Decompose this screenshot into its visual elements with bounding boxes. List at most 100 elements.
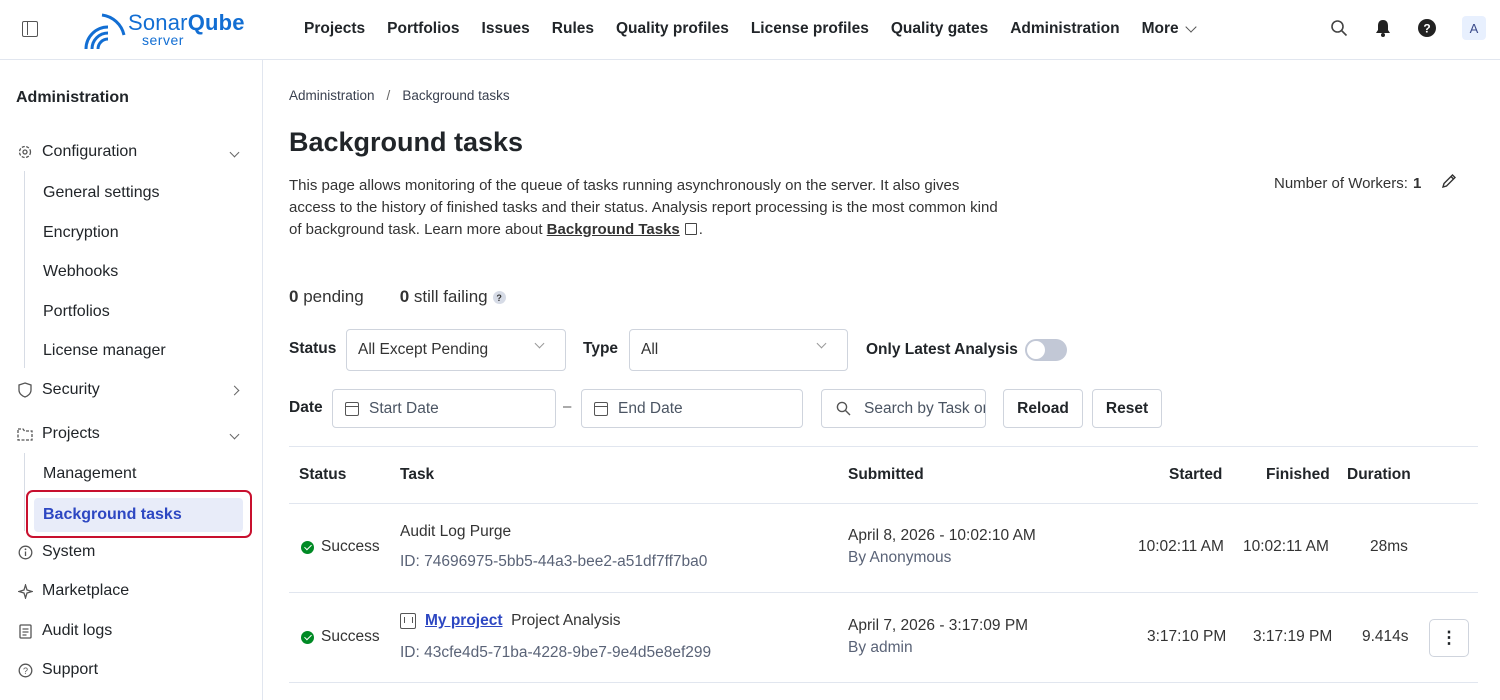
column-header-started: Started: [1169, 466, 1223, 483]
status-cell: Success: [301, 538, 380, 556]
help-icon[interactable]: ?: [492, 291, 506, 305]
sidebar-item-label: Security: [42, 381, 100, 398]
task-type: Project Analysis: [511, 612, 621, 629]
failing-count: 0: [399, 287, 410, 306]
failing-stat: 0 still failing?: [400, 287, 506, 307]
question-circle-icon: ?: [16, 661, 34, 679]
bell-icon[interactable]: [1374, 19, 1392, 37]
task-name: My project Project Analysis: [400, 612, 621, 630]
sonarqube-logo[interactable]: SonarQube server: [80, 6, 260, 50]
finished-time: 3:17:19 PM: [1253, 628, 1333, 645]
sidebar-item-projects[interactable]: Projects: [16, 422, 246, 446]
row-actions-menu-icon[interactable]: ⋮: [1429, 619, 1469, 657]
status-select[interactable]: All Except Pending: [346, 329, 566, 371]
page-description: This page allows monitoring of the queue…: [289, 177, 998, 238]
search-input[interactable]: Search by Task or Component: [821, 389, 986, 428]
external-link-icon: [684, 223, 697, 235]
gear-icon: [16, 143, 34, 161]
sidebar-item-management[interactable]: Management: [43, 465, 136, 483]
row-divider: [289, 592, 1478, 593]
sidebar-item-configuration[interactable]: Configuration: [16, 140, 246, 164]
pencil-icon[interactable]: [1441, 173, 1457, 193]
date-range-separator: –: [563, 398, 572, 415]
sidebar-title: Administration: [16, 89, 129, 106]
pending-label: pending: [303, 287, 364, 306]
sidebar-item-support[interactable]: ? Support: [16, 658, 246, 682]
column-header-submitted: Submitted: [848, 466, 924, 483]
sidebar-item-general-settings[interactable]: General settings: [43, 184, 160, 202]
sidebar-toggle-icon[interactable]: [22, 21, 38, 37]
project-link[interactable]: My project: [425, 612, 503, 629]
status-text: Success: [321, 628, 380, 645]
start-date-input[interactable]: Start Date: [332, 389, 556, 428]
type-select[interactable]: All: [629, 329, 848, 371]
task-name: Audit Log Purge: [400, 523, 512, 540]
avatar[interactable]: A: [1462, 16, 1486, 40]
background-tasks-doc-link[interactable]: Background Tasks: [547, 221, 680, 238]
sidebar-item-security[interactable]: Security: [16, 378, 246, 402]
main-nav: Projects Portfolios Issues Rules Quality…: [304, 0, 1197, 58]
column-header-finished: Finished: [1266, 466, 1330, 483]
svg-text:?: ?: [1423, 22, 1430, 36]
sidebar-item-label: Configuration: [42, 143, 138, 160]
nav-more[interactable]: More: [1141, 20, 1197, 38]
sidebar-item-marketplace[interactable]: Marketplace: [16, 579, 246, 603]
row-divider: [289, 682, 1478, 683]
sidebar-item-portfolios[interactable]: Portfolios: [43, 303, 110, 321]
submitted-by: By admin: [848, 639, 913, 656]
submitted-date: April 7, 2026 - 3:17:09 PM: [848, 617, 1029, 634]
end-date-input[interactable]: End Date: [581, 389, 803, 428]
status-select-value: All Except Pending: [358, 341, 489, 358]
sidebar-item-label: System: [42, 543, 96, 560]
nav-quality-profiles[interactable]: Quality profiles: [616, 20, 729, 38]
nav-portfolios[interactable]: Portfolios: [387, 20, 459, 38]
nav-rules[interactable]: Rules: [552, 20, 594, 38]
pending-count: 0: [289, 287, 299, 306]
column-header-task: Task: [400, 466, 435, 483]
table-top-divider: [289, 446, 1478, 447]
chevron-down-icon: [816, 338, 827, 349]
breadcrumb-separator: /: [386, 88, 391, 103]
nav-projects[interactable]: Projects: [304, 20, 365, 38]
sidebar-item-background-tasks[interactable]: Background tasks: [34, 498, 243, 532]
date-filter-label: Date: [289, 399, 323, 416]
sidebar-item-encryption[interactable]: Encryption: [43, 224, 119, 242]
nav-quality-gates[interactable]: Quality gates: [891, 20, 988, 38]
reload-button[interactable]: Reload: [1003, 389, 1083, 428]
only-latest-analysis-toggle[interactable]: [1025, 339, 1067, 361]
logo-subtitle: server: [142, 32, 184, 48]
nav-license-profiles[interactable]: License profiles: [751, 20, 869, 38]
started-time: 3:17:10 PM: [1147, 628, 1227, 645]
nav-administration[interactable]: Administration: [1010, 20, 1119, 38]
chevron-down-icon: [229, 147, 240, 157]
workers-label: Number of Workers:: [1274, 174, 1408, 192]
sidebar-item-license-manager[interactable]: License manager: [43, 342, 166, 360]
search-placeholder: Search by Task or Component: [864, 399, 985, 417]
workers-value: 1: [1412, 174, 1422, 192]
sidebar-item-label: Support: [42, 661, 99, 678]
duration: 9.414s: [1362, 628, 1409, 645]
chevron-down-icon: [1184, 21, 1197, 33]
reset-button[interactable]: Reset: [1092, 389, 1162, 428]
nav-more-label: More: [1141, 20, 1179, 37]
sidebar-item-audit-logs[interactable]: Audit logs: [16, 619, 246, 643]
nav-issues[interactable]: Issues: [482, 20, 530, 38]
help-icon[interactable]: ?: [1418, 19, 1436, 37]
sidebar-item-webhooks[interactable]: Webhooks: [43, 263, 118, 281]
search-icon: [836, 401, 851, 416]
shield-icon: [16, 381, 34, 399]
status-cell: Success: [301, 628, 380, 646]
document-icon: [16, 622, 34, 640]
calendar-icon: [594, 401, 608, 416]
breadcrumb-current: Background tasks: [402, 88, 510, 103]
breadcrumb-administration[interactable]: Administration: [289, 88, 375, 103]
failing-label: still failing: [413, 287, 488, 306]
success-check-icon: [301, 630, 314, 644]
sidebar-item-system[interactable]: System: [16, 540, 246, 564]
column-header-status: Status: [299, 466, 347, 483]
chevron-down-icon: [229, 429, 240, 439]
folder-icon: [16, 425, 34, 443]
search-icon[interactable]: [1330, 19, 1348, 37]
type-select-value: All: [641, 341, 659, 358]
tree-line: [24, 453, 25, 531]
